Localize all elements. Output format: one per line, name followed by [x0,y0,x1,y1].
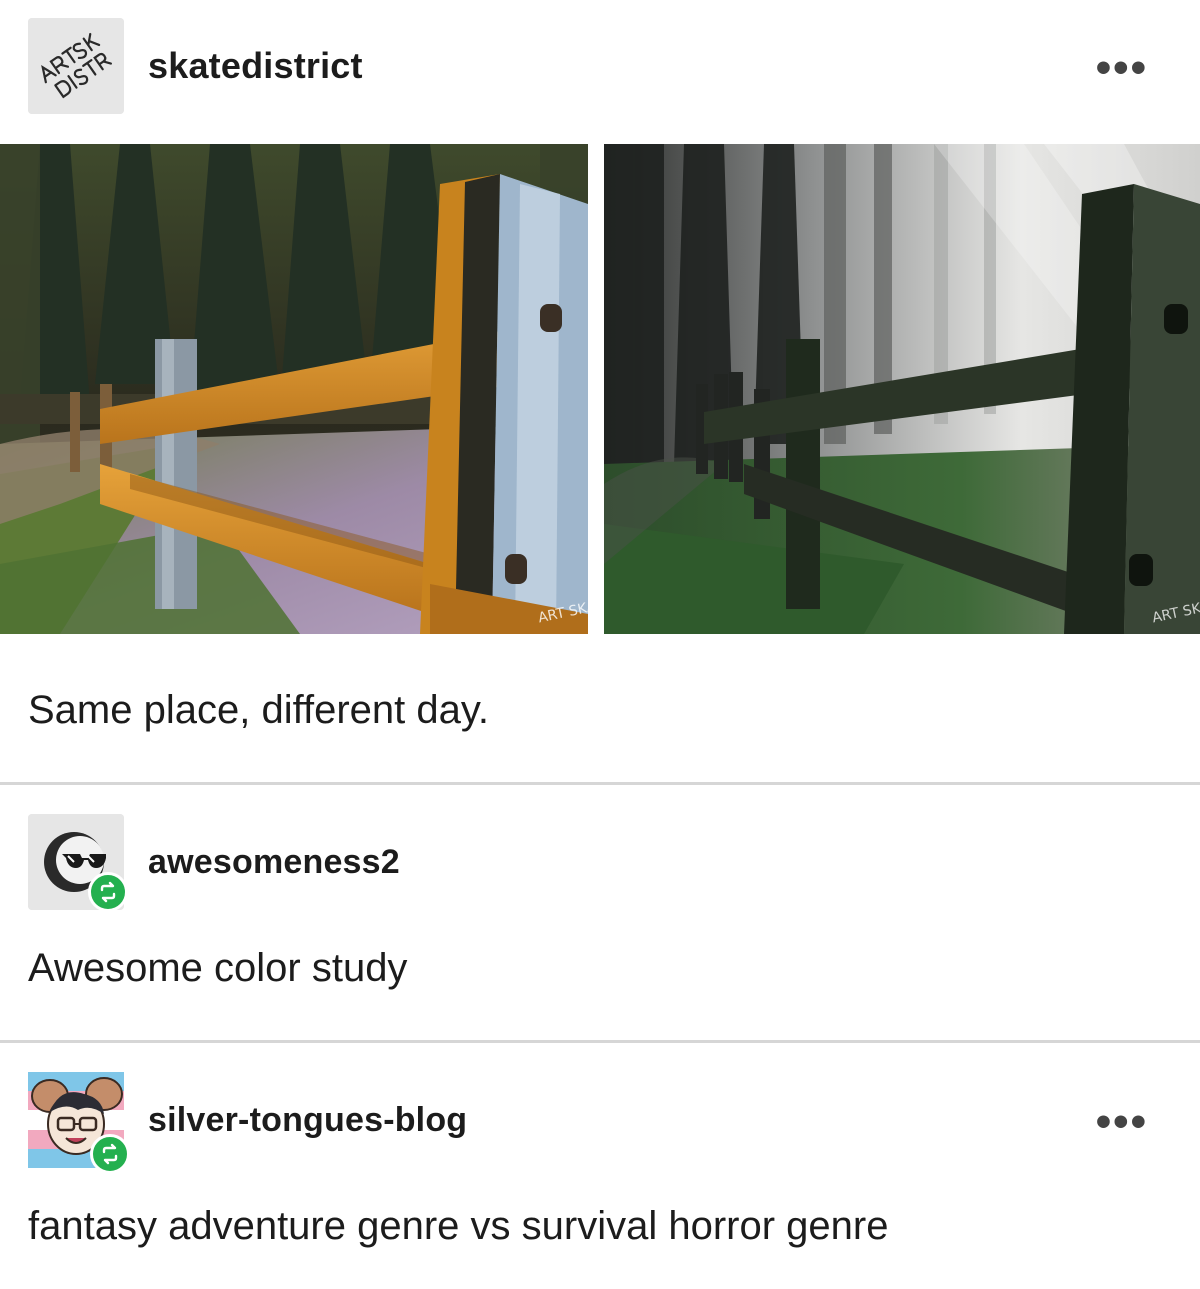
reblog-arrows-icon [100,881,116,903]
reblog-comment-2: fantasy adventure genre vs survival horr… [28,1204,889,1248]
post-image-left[interactable]: ART SKATE [0,144,588,634]
more-options-icon[interactable]: ••• [1096,46,1148,90]
reblog-username-1[interactable]: awesomeness2 [148,843,400,882]
awesomeness2-avatar[interactable] [28,814,128,912]
reblog-username-2[interactable]: silver-tongues-blog [148,1101,467,1140]
more-options-icon[interactable]: ••• [1096,1100,1148,1144]
reblog-header-silver-tongues-blog: silver-tongues-blog ••• [28,1072,1172,1174]
divider [0,1040,1200,1043]
tumblr-post: skatedistrict ••• ART SKATE ART SKATE Sa… [0,0,1200,1289]
reblog-badge-icon [90,1134,130,1174]
reblog-arrows-icon [102,1143,118,1165]
reblog-comment-1: Awesome color study [28,946,408,990]
original-post-header: skatedistrict ••• [28,18,1172,114]
divider [0,782,1200,785]
original-post-username[interactable]: skatedistrict [148,45,363,87]
post-image-right[interactable]: ART SKATE [604,144,1200,634]
reblog-badge-icon [88,872,128,912]
silver-tongues-blog-avatar[interactable] [28,1072,130,1174]
reblog-header-awesomeness2: awesomeness2 [28,814,400,912]
original-post-caption: Same place, different day. [28,688,490,732]
skatedistrict-logo-icon [28,18,124,114]
skatedistrict-avatar[interactable] [28,18,124,114]
forest-fence-foggy-image: ART SKATE [604,144,1200,634]
forest-fence-warm-image: ART SKATE [0,144,588,634]
